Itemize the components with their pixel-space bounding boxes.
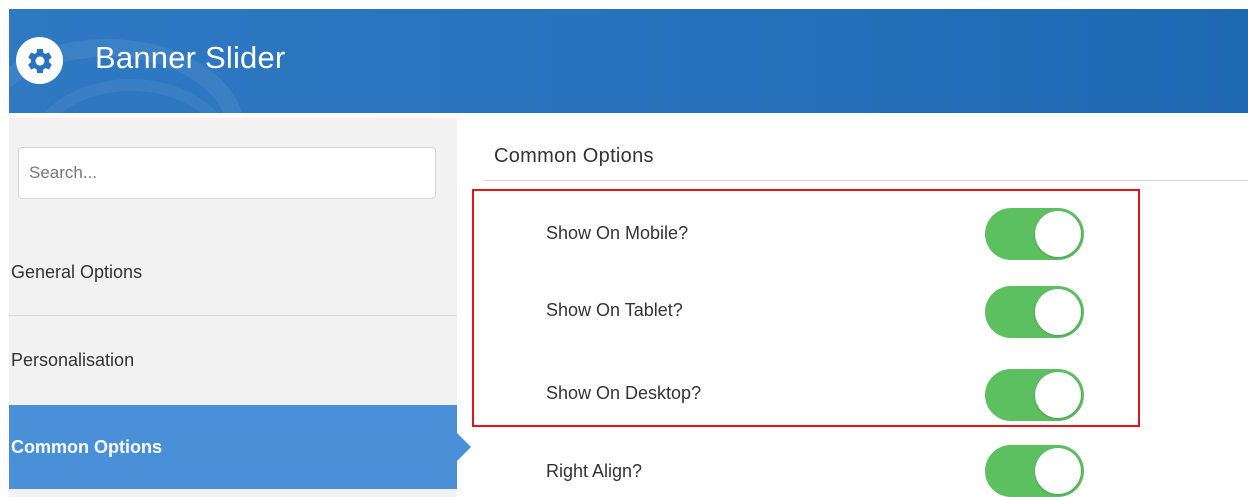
sidebar-item-label: Common Options xyxy=(11,436,162,457)
right-align-toggle[interactable] xyxy=(985,445,1084,497)
section-divider xyxy=(483,180,1248,181)
app-title: Banner Slider xyxy=(95,40,286,75)
app-header: Banner Slider xyxy=(9,9,1248,113)
sidebar-item-personalisation[interactable]: Personalisation xyxy=(9,317,457,403)
show-on-tablet-toggle[interactable] xyxy=(985,286,1084,338)
option-label-show-on-desktop: Show On Desktop? xyxy=(546,383,702,403)
sidebar-item-common-options[interactable]: Common Options xyxy=(9,405,471,489)
option-label-right-align: Right Align? xyxy=(546,461,643,481)
toggle-knob xyxy=(1035,448,1081,494)
sidebar-item-label: Personalisation xyxy=(11,349,135,370)
show-on-mobile-toggle[interactable] xyxy=(985,208,1084,260)
active-indicator-arrow xyxy=(457,433,471,461)
toggle-knob xyxy=(1035,211,1081,257)
section-title: Common Options xyxy=(494,145,654,167)
sidebar-item-label: General Options xyxy=(11,262,143,282)
toggle-knob xyxy=(1035,289,1081,335)
sidebar: General Options Personalisation Common O… xyxy=(9,118,471,497)
search-input[interactable] xyxy=(18,147,436,199)
toggle-knob xyxy=(1035,372,1081,418)
gear-icon xyxy=(16,37,63,84)
sidebar-item-general-options[interactable]: General Options xyxy=(9,230,457,316)
show-on-desktop-toggle[interactable] xyxy=(985,369,1084,421)
option-label-show-on-tablet: Show On Tablet? xyxy=(546,300,683,320)
option-label-show-on-mobile: Show On Mobile? xyxy=(546,223,689,243)
